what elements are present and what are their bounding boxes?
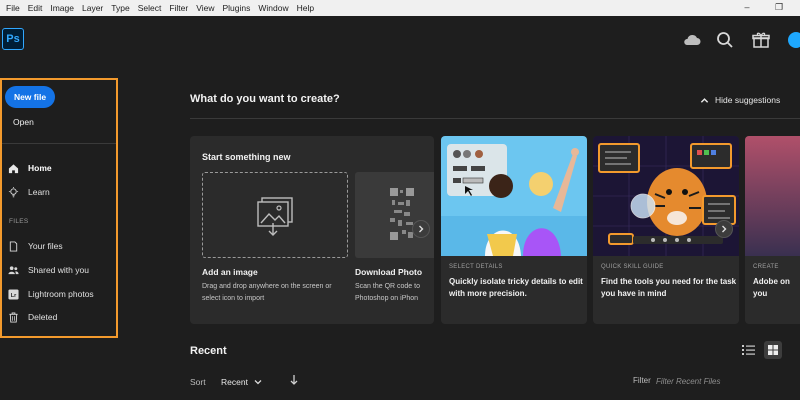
suggestion-description: Quickly isolate tricky details to edit w… [449, 277, 583, 298]
sidebar-item-label: Learn [28, 187, 50, 197]
suggestion-description: Adobe on you [753, 277, 790, 298]
file-icon [9, 240, 18, 252]
minimize-button[interactable]: – [740, 0, 754, 16]
trash-icon [9, 311, 18, 323]
lightroom-icon: Lr [8, 288, 19, 300]
filter-input[interactable] [656, 372, 796, 390]
carousel-next-button[interactable] [412, 220, 430, 238]
main-divider [190, 118, 800, 119]
svg-text:Lr: Lr [11, 292, 17, 298]
hide-suggestions-label: Hide suggestions [715, 95, 781, 105]
start-something-new-card: Start something new Add an image Drag an… [190, 136, 434, 324]
photoshop-home: File Edit Image Layer Type Select Filter… [0, 0, 800, 400]
sidebar-item-label: Your files [28, 241, 63, 251]
lightbulb-icon [8, 186, 19, 197]
sidebar-item-home[interactable]: Home [8, 160, 52, 176]
cloud-icon[interactable] [682, 30, 702, 50]
quick-skill-guide-illustration [593, 136, 739, 256]
recent-section-title: Recent [190, 345, 227, 357]
new-file-button[interactable]: New file [5, 86, 55, 108]
image-upload-icon [257, 197, 293, 236]
sidebar-item-your-files[interactable]: Your files [8, 238, 63, 254]
hide-suggestions-button[interactable]: Hide suggestions [700, 95, 780, 105]
create-illustration [745, 136, 800, 256]
download-photo-desc-line: Photoshop on iPhon [355, 295, 419, 302]
people-icon [8, 265, 19, 274]
sidebar-item-deleted[interactable]: Deleted [8, 309, 57, 325]
download-photo-desc-line: Scan the QR code to [355, 283, 420, 290]
add-image-desc-line: select icon to import [202, 295, 265, 302]
sidebar-item-lightroom-photos[interactable]: Lr Lightroom photos [8, 286, 94, 302]
suggestion-card-create[interactable]: CREATE Adobe on you [745, 136, 800, 324]
add-image-description: Drag and drop anywhere on the screen or … [202, 281, 332, 305]
qr-code-icon [388, 186, 416, 242]
open-button[interactable]: Open [13, 117, 34, 127]
add-image-dropzone[interactable] [202, 172, 348, 258]
start-card-title: Start something new [202, 152, 291, 162]
list-view-icon [742, 345, 755, 355]
sort-dropdown[interactable]: Recent [221, 377, 262, 387]
sidebar-item-label: Deleted [28, 312, 58, 322]
restore-button[interactable]: ❐ [772, 0, 786, 16]
menu-select[interactable]: Select [134, 0, 166, 16]
app-header: Ps [0, 16, 800, 64]
sidebar-item-label: Home [28, 163, 52, 173]
sidebar-item-label: Lightroom photos [28, 289, 94, 299]
suggestion-card-select-details[interactable]: SELECT DETAILS Quickly isolate tricky de… [441, 136, 587, 324]
suggestions-next-button[interactable] [715, 220, 733, 238]
sidebar-divider [2, 143, 116, 144]
menu-type[interactable]: Type [107, 0, 133, 16]
grid-view-icon [768, 345, 778, 355]
chevron-right-icon [419, 225, 424, 233]
search-icon[interactable] [715, 30, 735, 50]
suggestion-description: Find the tools you need for the task you… [601, 277, 737, 298]
menu-window[interactable]: Window [254, 0, 292, 16]
menu-plugins[interactable]: Plugins [218, 0, 254, 16]
gift-icon[interactable] [751, 30, 771, 50]
filter-label: Filter [633, 376, 651, 385]
chevron-up-icon [700, 97, 709, 103]
grid-view-button[interactable] [764, 341, 782, 359]
suggestion-kicker: QUICK SKILL GUIDE [601, 264, 664, 270]
menu-view[interactable]: View [192, 0, 218, 16]
menu-filter[interactable]: Filter [165, 0, 192, 16]
sort-direction-icon[interactable] [289, 374, 299, 386]
menu-help[interactable]: Help [293, 0, 318, 16]
sidebar-item-learn[interactable]: Learn [8, 184, 50, 200]
menu-file[interactable]: File [0, 0, 24, 16]
suggestion-kicker: SELECT DETAILS [449, 264, 503, 270]
menu-image[interactable]: Image [46, 0, 78, 16]
menu-layer[interactable]: Layer [78, 0, 107, 16]
sort-label: Sort [190, 377, 206, 387]
page-title: What do you want to create? [190, 93, 340, 105]
menu-edit[interactable]: Edit [24, 0, 47, 16]
sort-value: Recent [221, 377, 248, 387]
sidebar-item-shared-with-you[interactable]: Shared with you [8, 262, 89, 278]
sidebar-item-label: Shared with you [28, 265, 89, 275]
menu-bar: File Edit Image Layer Type Select Filter… [0, 0, 800, 16]
select-details-illustration [441, 136, 587, 256]
suggestion-card-quick-skill-guide[interactable]: QUICK SKILL GUIDE Find the tools you nee… [593, 136, 739, 324]
home-icon [8, 163, 19, 173]
chevron-down-icon [254, 380, 262, 385]
sidebar: New file Open Home Learn FILES Your file… [0, 78, 118, 338]
avatar[interactable] [788, 32, 800, 48]
chevron-right-icon [722, 225, 727, 233]
suggestion-kicker: CREATE [753, 264, 779, 270]
download-photo-title[interactable]: Download Photo [355, 267, 422, 277]
list-view-button[interactable] [739, 341, 757, 359]
photoshop-logo[interactable]: Ps [2, 28, 24, 50]
add-image-title[interactable]: Add an image [202, 267, 258, 277]
add-image-desc-line: Drag and drop anywhere on the screen or [202, 283, 332, 290]
files-section-label: FILES [9, 218, 29, 225]
download-photo-description: Scan the QR code to Photoshop on iPhon [355, 281, 420, 305]
qr-code-tile[interactable] [355, 172, 434, 258]
